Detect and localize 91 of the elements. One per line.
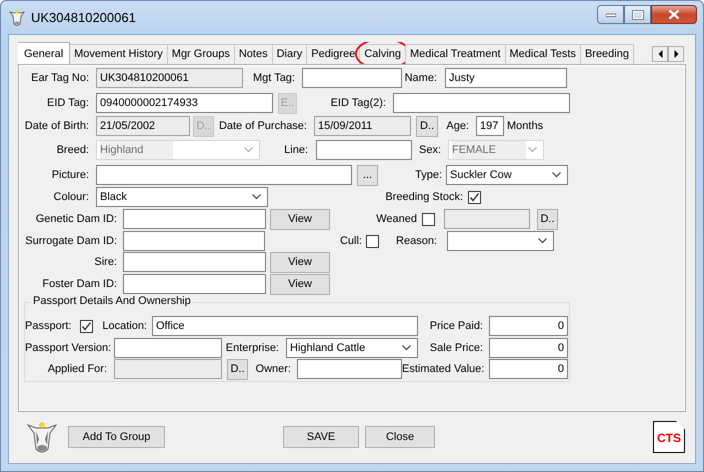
field-label: Line:: [283, 144, 309, 156]
save-button[interactable]: SAVE: [283, 426, 359, 448]
field-label: Breed:: [56, 144, 90, 156]
text-field[interactable]: 0: [489, 316, 568, 336]
chevron-down-icon: [402, 345, 411, 351]
field-label: Sex:: [418, 144, 442, 156]
close-icon: [668, 9, 680, 20]
dropdown[interactable]: Suckler Cow: [446, 165, 568, 185]
text-field[interactable]: [302, 68, 402, 88]
chevron-down-icon: [244, 147, 253, 153]
tab[interactable]: Breeding: [580, 44, 634, 64]
view-button[interactable]: View: [270, 208, 330, 230]
field-label: Cull:: [338, 235, 363, 247]
dropdown[interactable]: Black: [96, 187, 268, 207]
field-label: Sire:: [93, 256, 118, 268]
close-button[interactable]: Close: [365, 426, 435, 448]
checkbox[interactable]: [80, 320, 93, 332]
tab[interactable]: General: [18, 42, 70, 64]
text-field[interactable]: 197: [476, 116, 504, 136]
maximize-button[interactable]: [624, 5, 651, 24]
maximize-icon: [632, 10, 644, 20]
add-to-group-button[interactable]: Add To Group: [68, 426, 165, 448]
field-label: Name:: [404, 72, 438, 84]
dropdown[interactable]: Highland Cattle: [286, 338, 418, 358]
text-field[interactable]: Justy: [445, 68, 567, 88]
view-button[interactable]: View: [270, 274, 330, 294]
date-picker-button[interactable]: D..: [537, 208, 558, 230]
field-label: Foster Dam ID:: [41, 278, 118, 290]
text-field[interactable]: [297, 359, 402, 379]
chevron-down-icon: [538, 238, 547, 244]
text-field[interactable]: Office: [152, 316, 418, 336]
dropdown[interactable]: [447, 231, 554, 251]
tab[interactable]: Medical Treatment: [405, 44, 506, 64]
date-picker-button[interactable]: D..: [227, 358, 248, 380]
field-label: Genetic Dam ID:: [34, 213, 118, 225]
view-button[interactable]: View: [270, 252, 330, 272]
cow-icon: [9, 8, 25, 26]
field-label: Mgt Tag:: [252, 72, 296, 84]
scroll-right-button[interactable]: [668, 46, 684, 62]
text-field[interactable]: [96, 165, 352, 185]
field-label: Reason:: [395, 235, 438, 247]
field-label: Location:: [101, 320, 148, 332]
field-label: Passport:: [25, 320, 72, 332]
text-field[interactable]: [316, 140, 412, 160]
text-field[interactable]: [123, 274, 266, 294]
chevron-down-icon: [528, 147, 537, 153]
field-label: Price Paid:: [428, 320, 484, 332]
field-label: Applied For:: [46, 363, 108, 375]
field-label: Date of Birth:: [24, 120, 90, 132]
field-label: Age:: [445, 120, 470, 132]
left-triangle-icon: [658, 50, 662, 58]
browse-button[interactable]: ...: [357, 164, 378, 186]
text-field[interactable]: [123, 252, 266, 272]
field-label: Date of Purchase:: [218, 120, 308, 132]
field-label: Enterprise:: [224, 342, 280, 354]
window-title: UK304810200061: [31, 10, 136, 25]
minimize-icon: [606, 12, 616, 16]
field-label: Ear Tag No:: [30, 72, 90, 84]
field-label: Surrogate Dam ID:: [24, 235, 118, 247]
field-label: EID Tag(2):: [330, 97, 387, 109]
text-field[interactable]: 0: [489, 359, 568, 379]
group-title: Passport Details And Ownership: [31, 295, 193, 307]
scroll-left-button[interactable]: [652, 46, 668, 62]
text-field[interactable]: [123, 209, 266, 229]
field-label: Colour:: [52, 191, 90, 203]
field-label: Passport Version:: [25, 342, 110, 354]
checkbox[interactable]: [468, 190, 481, 204]
checkbox[interactable]: [422, 212, 435, 226]
text-field[interactable]: [114, 338, 222, 358]
cow-icon: [27, 419, 57, 455]
field-label: Picture:: [50, 169, 90, 181]
text-field[interactable]: [393, 93, 570, 113]
cts-logo: CTS: [653, 421, 685, 453]
date-picker-button[interactable]: D..: [416, 116, 438, 136]
field-label: Breeding Stock:: [384, 191, 464, 203]
unit-label: Months: [507, 120, 544, 132]
close-button[interactable]: [651, 5, 697, 24]
field-label: Owner:: [254, 363, 292, 375]
text-field[interactable]: 0940000002174933: [96, 93, 273, 113]
text-field[interactable]: 0: [489, 338, 568, 358]
field-label: Estimated Value:: [402, 363, 486, 375]
field-label: Sale Price:: [428, 342, 484, 354]
field-label: EID Tag:: [46, 97, 90, 109]
field-label: Type:: [414, 169, 443, 181]
minimize-button[interactable]: [597, 5, 624, 24]
chevron-down-icon: [552, 172, 561, 178]
checkbox[interactable]: [366, 234, 379, 248]
field-label: Weaned: [375, 213, 418, 225]
text-field[interactable]: [123, 231, 265, 251]
chevron-down-icon: [252, 194, 261, 200]
right-triangle-icon: [674, 50, 678, 58]
